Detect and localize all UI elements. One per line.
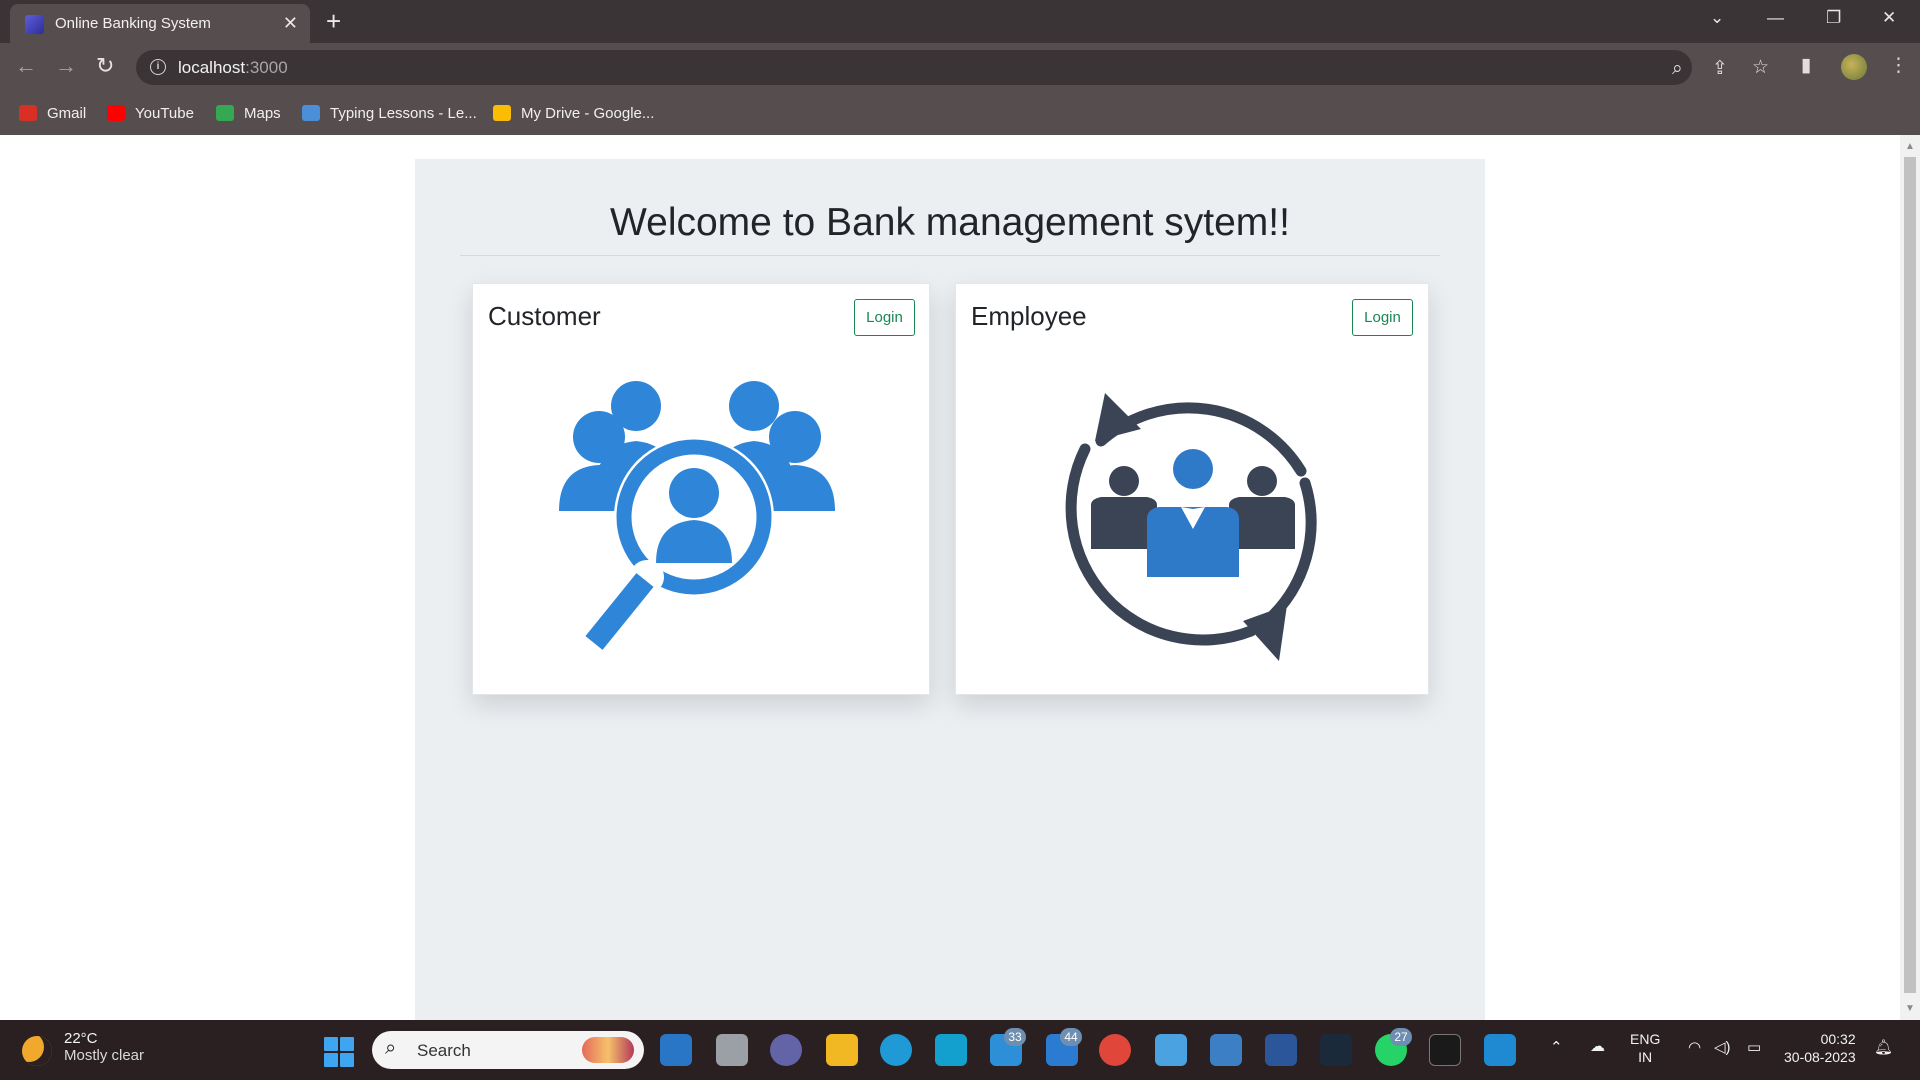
search-placeholder: Search	[417, 1041, 471, 1060]
file-explorer-icon[interactable]	[826, 1034, 858, 1066]
whatsapp-badge: 27	[1390, 1028, 1412, 1046]
page-title: Welcome to Bank management sytem!!	[610, 201, 1290, 244]
clock-date: 30-08-2023	[1784, 1049, 1856, 1065]
title-divider	[460, 255, 1440, 256]
l-app-icon[interactable]	[935, 1034, 967, 1066]
outlook-badge: 44	[1060, 1028, 1082, 1046]
page-scrollbar[interactable]: ▲ ▼	[1900, 135, 1920, 1020]
chrome-icon[interactable]	[1099, 1034, 1131, 1066]
windows-taskbar: 22°C Mostly clear ⌕ Search 33 44 27 ⌃ ☁ …	[0, 1020, 1920, 1080]
start-button[interactable]	[324, 1037, 354, 1067]
main-container: Welcome to Bank management sytem!! Custo…	[415, 159, 1485, 1020]
typing-icon	[302, 105, 320, 121]
maps-icon	[216, 105, 234, 121]
gmail-icon	[19, 105, 37, 121]
task-view-icon[interactable]	[716, 1034, 748, 1066]
zoom-icon[interactable]: ⌕	[1672, 57, 1683, 81]
bookmarks-bar: Gmail YouTube Maps Typing Lessons - Le..…	[0, 91, 1920, 135]
youtube-icon	[107, 105, 125, 121]
site-info-icon[interactable]: i	[150, 59, 166, 75]
battery-icon[interactable]: ▭	[1747, 1038, 1761, 1056]
notification-bell-icon[interactable]: 🔔︎	[1874, 1038, 1893, 1056]
tab-close-icon[interactable]: ✕	[283, 13, 298, 33]
bookmark-maps[interactable]: Maps	[216, 103, 281, 123]
mysql-icon[interactable]	[1320, 1034, 1352, 1066]
active-tab[interactable]: Online Banking System ✕	[10, 4, 310, 43]
start-logo-tile	[324, 1053, 338, 1067]
edge-icon[interactable]	[880, 1034, 912, 1066]
customer-card-title: Customer	[488, 301, 601, 331]
browser-tab-bar: Online Banking System ✕ + ⌄ — ❐ ✕	[0, 0, 1920, 43]
bookmark-gmail[interactable]: Gmail	[19, 103, 86, 123]
vscode-icon[interactable]	[1484, 1034, 1516, 1066]
tab-title: Online Banking System	[55, 15, 211, 32]
drive-icon	[493, 105, 511, 121]
bookmark-star-icon[interactable]: ☆	[1752, 56, 1769, 80]
lang-code: ENG	[1630, 1031, 1661, 1047]
bookmark-youtube[interactable]: YouTube	[107, 103, 194, 123]
clock-time: 00:32	[1820, 1031, 1856, 1047]
page-viewport: Welcome to Bank management sytem!! Custo…	[0, 135, 1900, 1020]
teams-chat-icon[interactable]	[770, 1034, 802, 1066]
scroll-up-icon[interactable]: ▲	[1905, 141, 1915, 152]
employee-card-title: Employee	[971, 301, 1087, 331]
customer-login-button[interactable]: Login	[854, 299, 915, 336]
forward-icon[interactable]: →	[55, 53, 77, 79]
new-tab-button[interactable]: +	[326, 6, 341, 36]
store-preview-icon[interactable]	[660, 1034, 692, 1066]
tab-search-chevron-icon[interactable]: ⌄	[1710, 8, 1724, 28]
photos-icon[interactable]	[1210, 1034, 1242, 1066]
share-icon[interactable]: ⇪	[1712, 57, 1728, 81]
employee-card: Employee Login	[955, 283, 1429, 695]
restore-icon[interactable]: ❐	[1826, 8, 1841, 28]
browser-toolbar: ← → ↻ i localhost:3000 ⌕ ⇪ ☆ ▮ ⋮	[0, 43, 1920, 91]
word-icon[interactable]	[1265, 1034, 1297, 1066]
moon-icon	[22, 1036, 52, 1066]
clock[interactable]: 00:32 30-08-2023	[1784, 1030, 1856, 1066]
bookmark-my-drive[interactable]: My Drive - Google...	[493, 103, 654, 123]
scroll-down-icon[interactable]: ▼	[1905, 1003, 1915, 1014]
wifi-icon[interactable]: ◠	[1688, 1038, 1701, 1056]
employee-team-icon	[1065, 393, 1317, 661]
customer-search-icon	[559, 381, 835, 663]
start-logo-tile	[340, 1053, 354, 1067]
language-indicator[interactable]: ENG IN	[1630, 1030, 1660, 1066]
profile-avatar[interactable]	[1841, 54, 1867, 80]
terminal-icon[interactable]	[1429, 1034, 1461, 1066]
bank-favicon-icon	[25, 15, 44, 34]
search-highlight-icon	[582, 1037, 634, 1063]
temperature-text: 22°C	[64, 1030, 98, 1047]
notepad-icon[interactable]	[1155, 1034, 1187, 1066]
onedrive-icon[interactable]: ☁	[1590, 1037, 1605, 1055]
show-hidden-icons-icon[interactable]: ⌃	[1550, 1038, 1563, 1056]
bookmark-typing-lessons[interactable]: Typing Lessons - Le...	[302, 103, 477, 123]
scrollbar-thumb[interactable]	[1904, 157, 1916, 993]
volume-icon[interactable]: ◁)	[1714, 1038, 1731, 1056]
side-panel-icon[interactable]: ▮	[1801, 54, 1811, 78]
minimize-icon[interactable]: —	[1767, 8, 1784, 28]
address-bar[interactable]: i localhost:3000 ⌕ ⇪ ☆	[136, 50, 1769, 85]
search-icon: ⌕	[385, 1037, 397, 1059]
weather-text: Mostly clear	[64, 1047, 145, 1064]
employee-login-button[interactable]: Login	[1352, 299, 1413, 336]
reload-icon[interactable]: ↻	[96, 53, 114, 79]
back-icon[interactable]: ←	[15, 53, 37, 79]
window-close-icon[interactable]: ✕	[1882, 8, 1896, 28]
url-text[interactable]: localhost:3000	[178, 58, 288, 78]
start-logo-tile	[324, 1037, 338, 1051]
start-logo-tile	[340, 1037, 354, 1051]
region-code: IN	[1638, 1049, 1653, 1065]
taskbar-search[interactable]: ⌕ Search	[372, 1031, 644, 1069]
menu-kebab-icon[interactable]: ⋮	[1889, 54, 1908, 78]
mail-badge: 33	[1004, 1028, 1026, 1046]
customer-card: Customer Login	[472, 283, 930, 695]
weather-widget[interactable]: 22°C Mostly clear	[22, 1030, 144, 1066]
